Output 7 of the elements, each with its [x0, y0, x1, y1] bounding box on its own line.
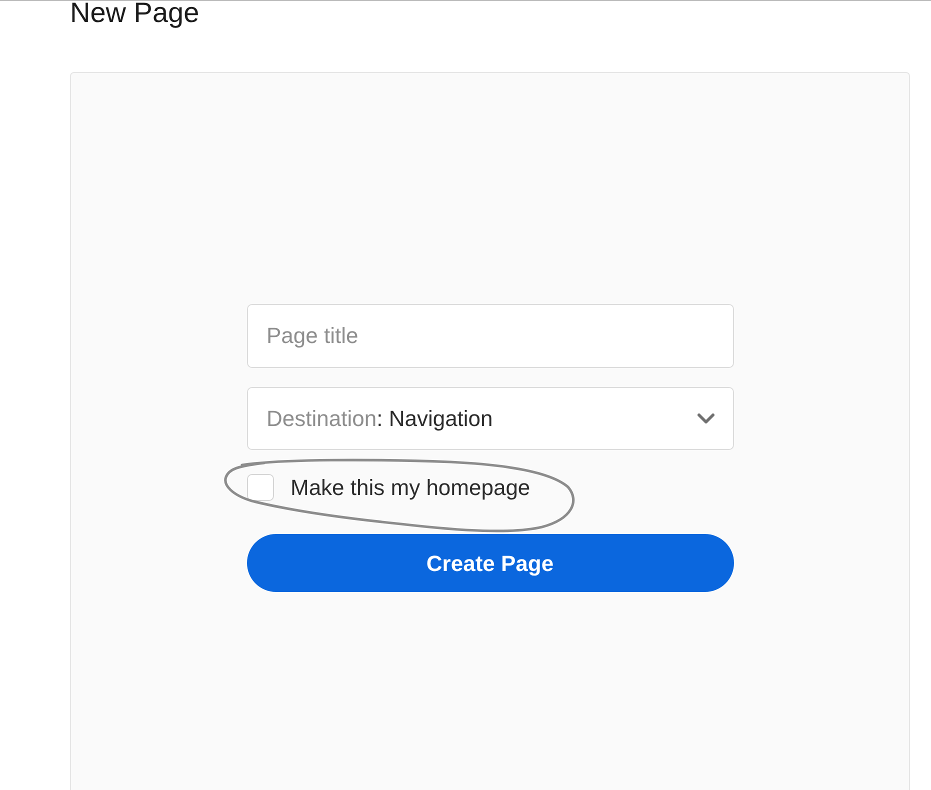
chevron-down-icon: [696, 413, 714, 424]
page-title-field[interactable]: Page title: [246, 304, 734, 368]
homepage-checkbox[interactable]: [246, 474, 274, 501]
create-page-button[interactable]: Create Page: [246, 534, 734, 592]
page-title: New Page: [70, 1, 200, 29]
homepage-label[interactable]: Make this my homepage: [290, 474, 530, 501]
destination-select[interactable]: Destination: Navigation: [246, 387, 734, 450]
